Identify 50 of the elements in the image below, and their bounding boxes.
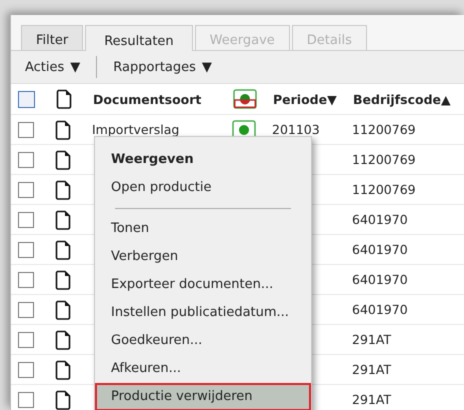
table-cell: 11200769 <box>352 152 416 167</box>
menu-item[interactable]: Tonen <box>95 215 311 243</box>
row-checkbox[interactable] <box>18 362 34 378</box>
document-icon <box>56 89 72 109</box>
menu-item[interactable]: Productie verwijderen <box>95 383 311 410</box>
row-checkbox[interactable] <box>18 302 34 318</box>
document-icon <box>55 150 71 170</box>
document-icon <box>55 300 71 320</box>
menu-item[interactable]: Open productie <box>95 174 311 202</box>
document-icon <box>55 180 71 200</box>
menu-item[interactable]: Afkeuren... <box>95 355 311 383</box>
table-cell: Importverslag <box>92 122 180 137</box>
row-checkbox[interactable] <box>18 242 34 258</box>
menu-item[interactable]: Instellen publicatiedatum... <box>95 299 311 327</box>
column-header[interactable]: Documentsoort <box>93 92 202 106</box>
menu-item[interactable]: Weergeven <box>95 146 311 174</box>
document-icon <box>55 210 71 230</box>
table-cell: 6401970 <box>352 212 408 227</box>
menu-item[interactable]: Exporteer documenten... <box>95 271 311 299</box>
menu-item[interactable]: Verbergen <box>95 243 311 271</box>
row-checkbox[interactable] <box>18 392 34 408</box>
tab[interactable]: Filter <box>21 25 84 50</box>
row-checkbox[interactable] <box>18 272 34 288</box>
row-checkbox[interactable] <box>18 332 34 348</box>
row-checkbox[interactable] <box>18 182 34 198</box>
table-cell: 291AT <box>352 392 392 407</box>
toolbar-menu-button[interactable]: Rapportages ▼ <box>107 56 218 78</box>
table-cell: 291AT <box>352 362 392 377</box>
toolbar-menu-button[interactable]: Acties ▼ <box>19 56 86 78</box>
column-header[interactable]: Periode▼ <box>273 92 337 106</box>
select-all-checkbox[interactable] <box>18 90 35 108</box>
table-cell: 6401970 <box>352 242 408 257</box>
table-cell: 6401970 <box>352 302 408 317</box>
table-cell: 11200769 <box>352 122 416 137</box>
row-checkbox[interactable] <box>18 122 34 138</box>
table-cell: 6401970 <box>352 272 408 287</box>
row-checkbox[interactable] <box>18 212 34 228</box>
status-icon <box>233 89 257 109</box>
table-cell: 291AT <box>352 332 392 347</box>
document-icon <box>55 240 71 260</box>
row-checkbox[interactable] <box>18 152 34 168</box>
table-cell: 201103 <box>272 122 320 137</box>
document-icon <box>55 330 71 350</box>
document-icon <box>55 270 71 290</box>
document-icon <box>55 120 71 140</box>
tab[interactable]: Resultaten <box>85 25 193 51</box>
document-icon <box>55 360 71 380</box>
table-cell: 11200769 <box>352 182 416 197</box>
menu-item[interactable]: Goedkeuren... <box>95 327 311 355</box>
column-header[interactable]: Bedrijfscode▲ <box>353 92 451 106</box>
